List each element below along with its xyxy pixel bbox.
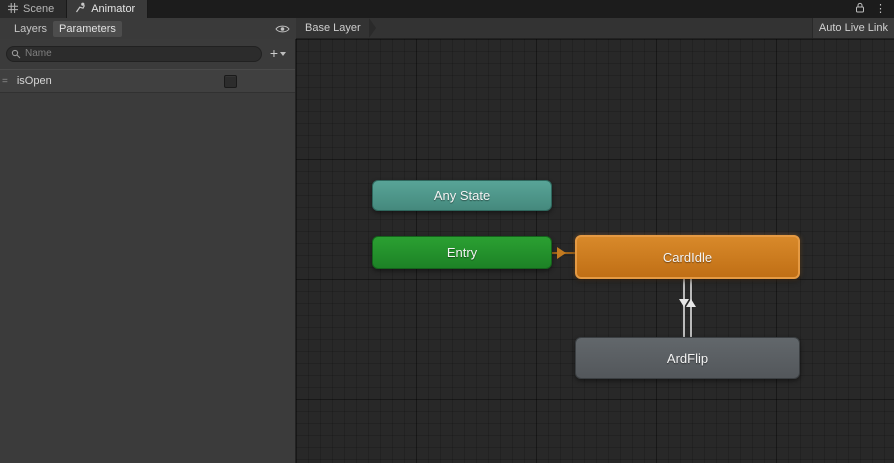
scene-grid-icon bbox=[8, 2, 18, 16]
tab-layers[interactable]: Layers bbox=[8, 21, 53, 37]
canvas-toolbar: Base Layer Auto Live Link bbox=[296, 18, 894, 39]
parameter-name: isOpen bbox=[16, 75, 52, 87]
parameter-row-isopen[interactable]: = isOpen bbox=[0, 69, 295, 93]
window-tabstrip: Scene Animator ⋮ bbox=[0, 0, 894, 18]
window-controls: ⋮ bbox=[855, 0, 894, 18]
tab-animator[interactable]: Animator bbox=[67, 0, 149, 18]
breadcrumb-arrow-icon bbox=[368, 18, 376, 38]
state-node-label: CardIdle bbox=[662, 249, 713, 265]
state-node-ardflip[interactable]: ArdFlip bbox=[575, 337, 800, 379]
animator-window: Scene Animator ⋮ Layers Parameters Name … bbox=[0, 0, 894, 463]
parameters-panel: + = isOpen bbox=[0, 39, 296, 463]
animator-canvas[interactable]: Any State Entry CardIdle ArdFlip bbox=[296, 39, 894, 463]
state-node-cardidle[interactable]: CardIdle bbox=[575, 235, 800, 279]
add-parameter-button[interactable]: + bbox=[267, 46, 289, 60]
state-node-any-state[interactable]: Any State bbox=[372, 180, 552, 211]
visibility-eye-icon[interactable] bbox=[275, 24, 290, 34]
tab-scene[interactable]: Scene bbox=[0, 0, 68, 18]
search-box bbox=[6, 43, 262, 62]
plus-icon: + bbox=[269, 44, 278, 61]
state-node-entry[interactable]: Entry bbox=[372, 236, 552, 269]
state-node-label: ArdFlip bbox=[666, 350, 709, 366]
chevron-down-icon bbox=[280, 51, 286, 56]
transition-entry-arrow-icon bbox=[557, 247, 566, 259]
animator-icon bbox=[75, 2, 86, 16]
drag-handle-icon[interactable]: = bbox=[2, 76, 8, 87]
tab-scene-label: Scene bbox=[23, 3, 55, 15]
transition-cardidle-to-ardflip[interactable] bbox=[683, 279, 685, 337]
parameter-search-input[interactable] bbox=[6, 46, 262, 62]
state-node-label: Any State bbox=[433, 188, 491, 203]
breadcrumb-base-layer[interactable]: Base Layer bbox=[305, 22, 361, 34]
lock-icon[interactable] bbox=[855, 0, 865, 18]
tab-parameters[interactable]: Parameters bbox=[53, 20, 122, 37]
parameter-bool-checkbox[interactable] bbox=[224, 74, 237, 88]
transition-ardflip-to-cardidle[interactable] bbox=[690, 279, 692, 337]
auto-live-link-button[interactable]: Auto Live Link bbox=[811, 18, 894, 38]
tab-animator-label: Animator bbox=[91, 3, 136, 15]
state-node-label: Entry bbox=[446, 245, 478, 260]
left-panel-toolbar: Layers Parameters bbox=[0, 18, 296, 39]
search-icon bbox=[11, 46, 21, 64]
parameter-search-row: + bbox=[0, 39, 295, 65]
transition-arrow-up-icon bbox=[686, 299, 696, 307]
kebab-menu-icon[interactable]: ⋮ bbox=[875, 3, 886, 15]
